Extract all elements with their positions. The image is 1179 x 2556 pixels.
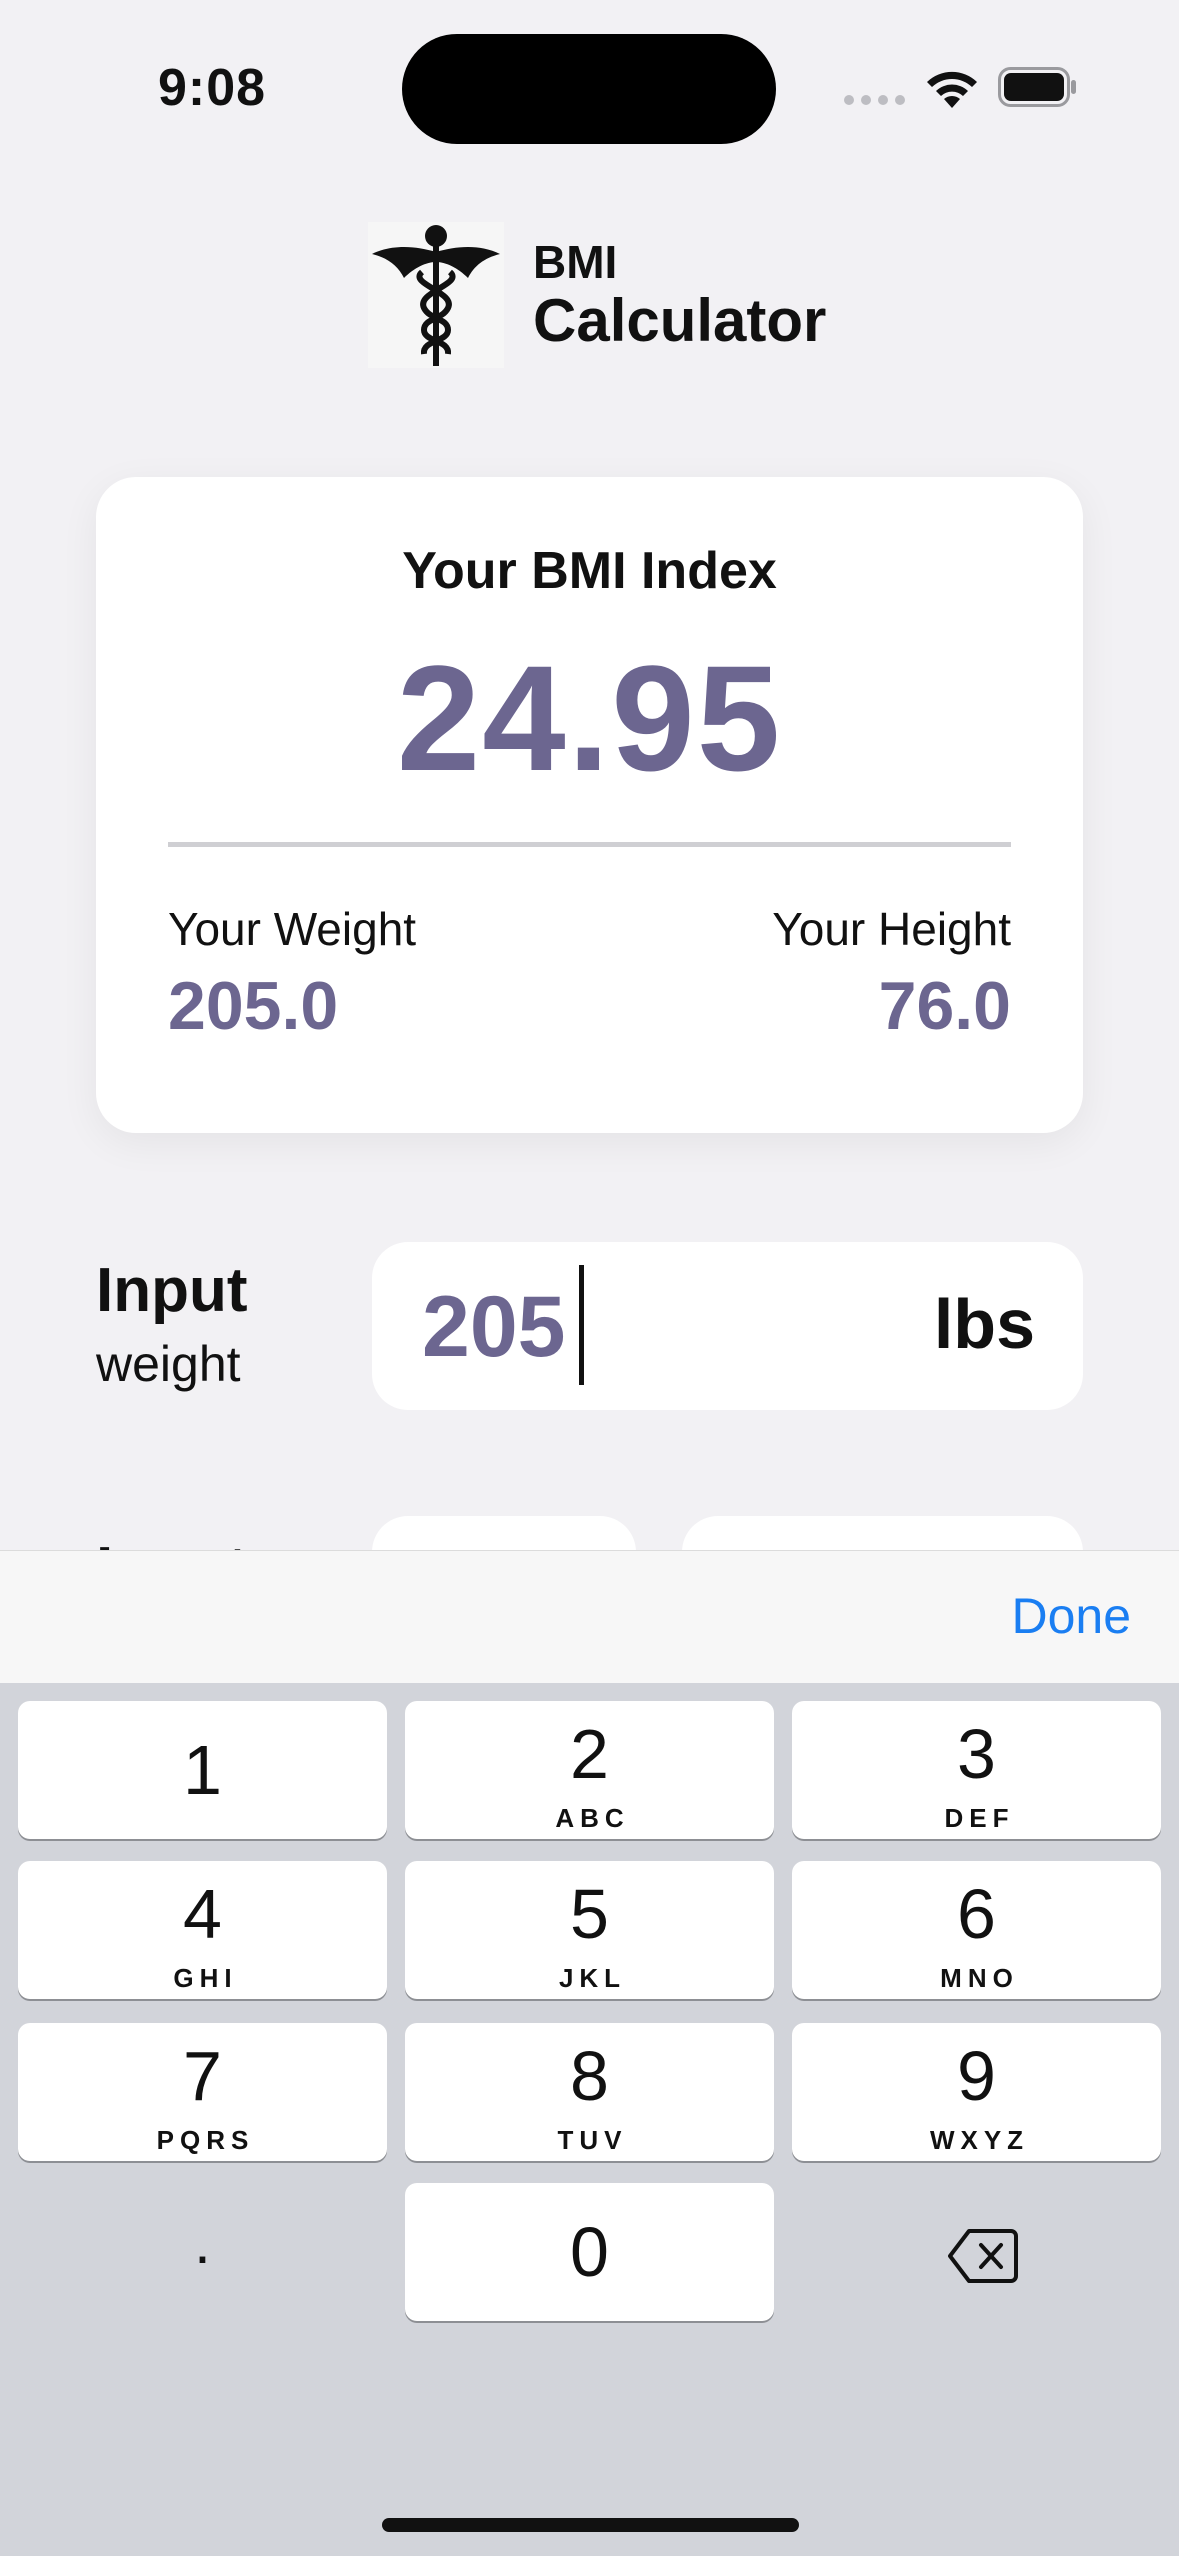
key-digit: 2 (570, 1715, 609, 1793)
number-keypad: 1 2 ABC 3 DEF 4 GHI 5 JKL 6 MNO 7 PQRS 8 TUV 9 W… (0, 1683, 1179, 2556)
key-letters: PQRS (156, 2125, 255, 2155)
bmi-result-card: Your BMI Index 24.95 Your Weight Your He… (96, 477, 1083, 1133)
key-4[interactable]: 4 GHI (18, 1861, 387, 1999)
dynamic-island (402, 34, 776, 144)
text-caret (579, 1265, 584, 1385)
key-9[interactable]: 9 WXYZ (792, 2023, 1161, 2161)
done-button[interactable]: Done (1011, 1587, 1131, 1645)
weight-unit-label: lbs (933, 1285, 1035, 1363)
height-input-label: Input (96, 1520, 256, 1550)
key-digit: 3 (957, 1715, 996, 1793)
delete-key[interactable] (791, 2183, 1160, 2321)
bmi-card-title: Your BMI Index (402, 542, 777, 600)
caduceus-icon (368, 222, 504, 368)
keyboard-toolbar: Done (0, 1550, 1179, 1684)
delete-backspace-icon (948, 2229, 1018, 2283)
key-7[interactable]: 7 PQRS (18, 2023, 387, 2161)
key-letters: MNO (940, 1963, 1019, 1993)
key-letters: WXYZ (929, 2125, 1030, 2155)
height-label: Your Height (772, 903, 1011, 955)
key-2[interactable]: 2 ABC (405, 1701, 774, 1839)
weight-input-field[interactable]: 205 lbs (372, 1242, 1083, 1410)
app-title-line2: Calculator (533, 287, 827, 354)
key-letters: DEF (944, 1803, 1015, 1833)
key-digit: 6 (957, 1875, 996, 1953)
status-time: 9:08 (158, 59, 267, 117)
card-divider (168, 842, 1011, 847)
key-0[interactable]: 0 (405, 2183, 774, 2321)
key-1[interactable]: 1 (18, 1701, 387, 1839)
key-letters: GHI (173, 1963, 238, 1993)
key-3[interactable]: 3 DEF (792, 1701, 1161, 1839)
battery-icon (998, 67, 1076, 107)
weight-input-value[interactable]: 205 (422, 1278, 566, 1377)
key-digit: 9 (957, 2037, 996, 2115)
cellular-signal-icon (844, 95, 905, 105)
weight-input-sublabel: weight (96, 1336, 241, 1392)
key-6[interactable]: 6 MNO (792, 1861, 1161, 1999)
key-letters: JKL (558, 1963, 627, 1993)
app-title-line1: BMI (533, 236, 618, 288)
weight-value: 205.0 (168, 968, 339, 1044)
height-value: 76.0 (878, 968, 1011, 1044)
weight-input-label: Input (96, 1256, 248, 1325)
home-indicator (382, 2518, 799, 2532)
key-letters: TUV (557, 2125, 628, 2155)
bmi-value: 24.95 (396, 634, 783, 802)
key-digit: 0 (570, 2213, 609, 2291)
wifi-icon (927, 71, 977, 108)
key-digit: 7 (183, 2037, 222, 2115)
weight-label: Your Weight (168, 903, 417, 955)
key-digit: 4 (183, 1875, 222, 1953)
decimal-key[interactable]: . (18, 2183, 387, 2321)
key-8[interactable]: 8 TUV (405, 2023, 774, 2161)
key-5[interactable]: 5 JKL (405, 1861, 774, 1999)
key-digit: 5 (570, 1875, 609, 1953)
key-digit: 1 (183, 1731, 222, 1809)
key-letters: ABC (555, 1803, 630, 1833)
key-digit: 8 (570, 2037, 609, 2115)
